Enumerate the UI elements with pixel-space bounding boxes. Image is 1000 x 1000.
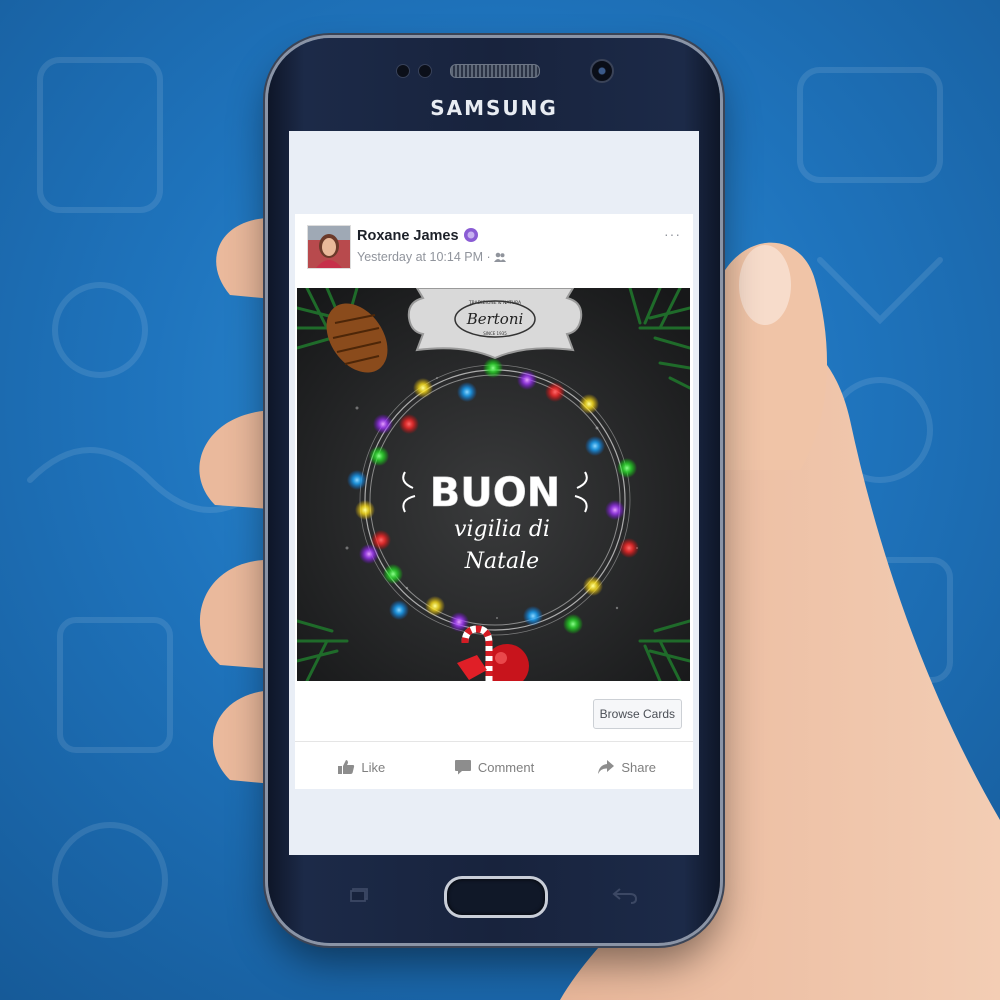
- post-image[interactable]: TRADIZIONE & NATURA Bertoni SINCE 1935 B…: [297, 288, 690, 681]
- post-timestamp[interactable]: Yesterday at 10:14 PM: [357, 250, 483, 264]
- post-meta: Yesterday at 10:14 PM ·: [357, 250, 507, 264]
- logo-top-text: TRADIZIONE & NATURA: [468, 300, 522, 306]
- recent-apps-icon[interactable]: [350, 888, 368, 902]
- greeting-line-3: Natale: [464, 549, 539, 574]
- earpiece-speaker: [450, 64, 540, 78]
- logo-name-text: Bertoni: [466, 310, 524, 328]
- post-actions: Like Comment Share: [295, 754, 693, 780]
- proximity-sensor: [396, 64, 410, 78]
- smartphone: SAMSUNG Roxane James Yesterday at 10:14 …: [268, 38, 720, 943]
- greeting-line-1: BUON: [430, 470, 560, 516]
- share-label: Share: [621, 759, 657, 775]
- avatar[interactable]: [307, 225, 351, 269]
- author-name[interactable]: Roxane James: [357, 228, 459, 244]
- facebook-post-card: Roxane James Yesterday at 10:14 PM · ···: [295, 214, 693, 789]
- more-icon[interactable]: ···: [664, 226, 681, 242]
- post-author[interactable]: Roxane James: [357, 227, 479, 244]
- front-camera: [590, 59, 614, 83]
- meta-separator: ·: [486, 250, 491, 264]
- comment-button[interactable]: Comment: [428, 754, 561, 780]
- light-sensor: [418, 64, 432, 78]
- home-button[interactable]: [444, 876, 548, 918]
- like-icon: [338, 760, 355, 774]
- friends-icon: [494, 252, 507, 262]
- phone-screen: Roxane James Yesterday at 10:14 PM · ···: [289, 131, 699, 855]
- christmas-card-image: TRADIZIONE & NATURA Bertoni SINCE 1935 B…: [297, 288, 690, 681]
- logo-bottom-text: SINCE 1935: [483, 331, 507, 336]
- greeting-line-2: vigilia di: [454, 517, 550, 542]
- share-icon: [598, 760, 615, 774]
- browse-cards-button[interactable]: Browse Cards: [592, 699, 682, 729]
- back-icon[interactable]: [612, 886, 638, 904]
- verified-badge-icon: [463, 228, 478, 242]
- like-label: Like: [361, 759, 386, 775]
- comment-label: Comment: [477, 759, 535, 775]
- action-divider: [295, 741, 693, 742]
- share-button[interactable]: Share: [560, 754, 693, 780]
- phone-brand-logo: SAMSUNG: [430, 96, 558, 120]
- comment-icon: [454, 760, 471, 775]
- like-button[interactable]: Like: [295, 754, 428, 780]
